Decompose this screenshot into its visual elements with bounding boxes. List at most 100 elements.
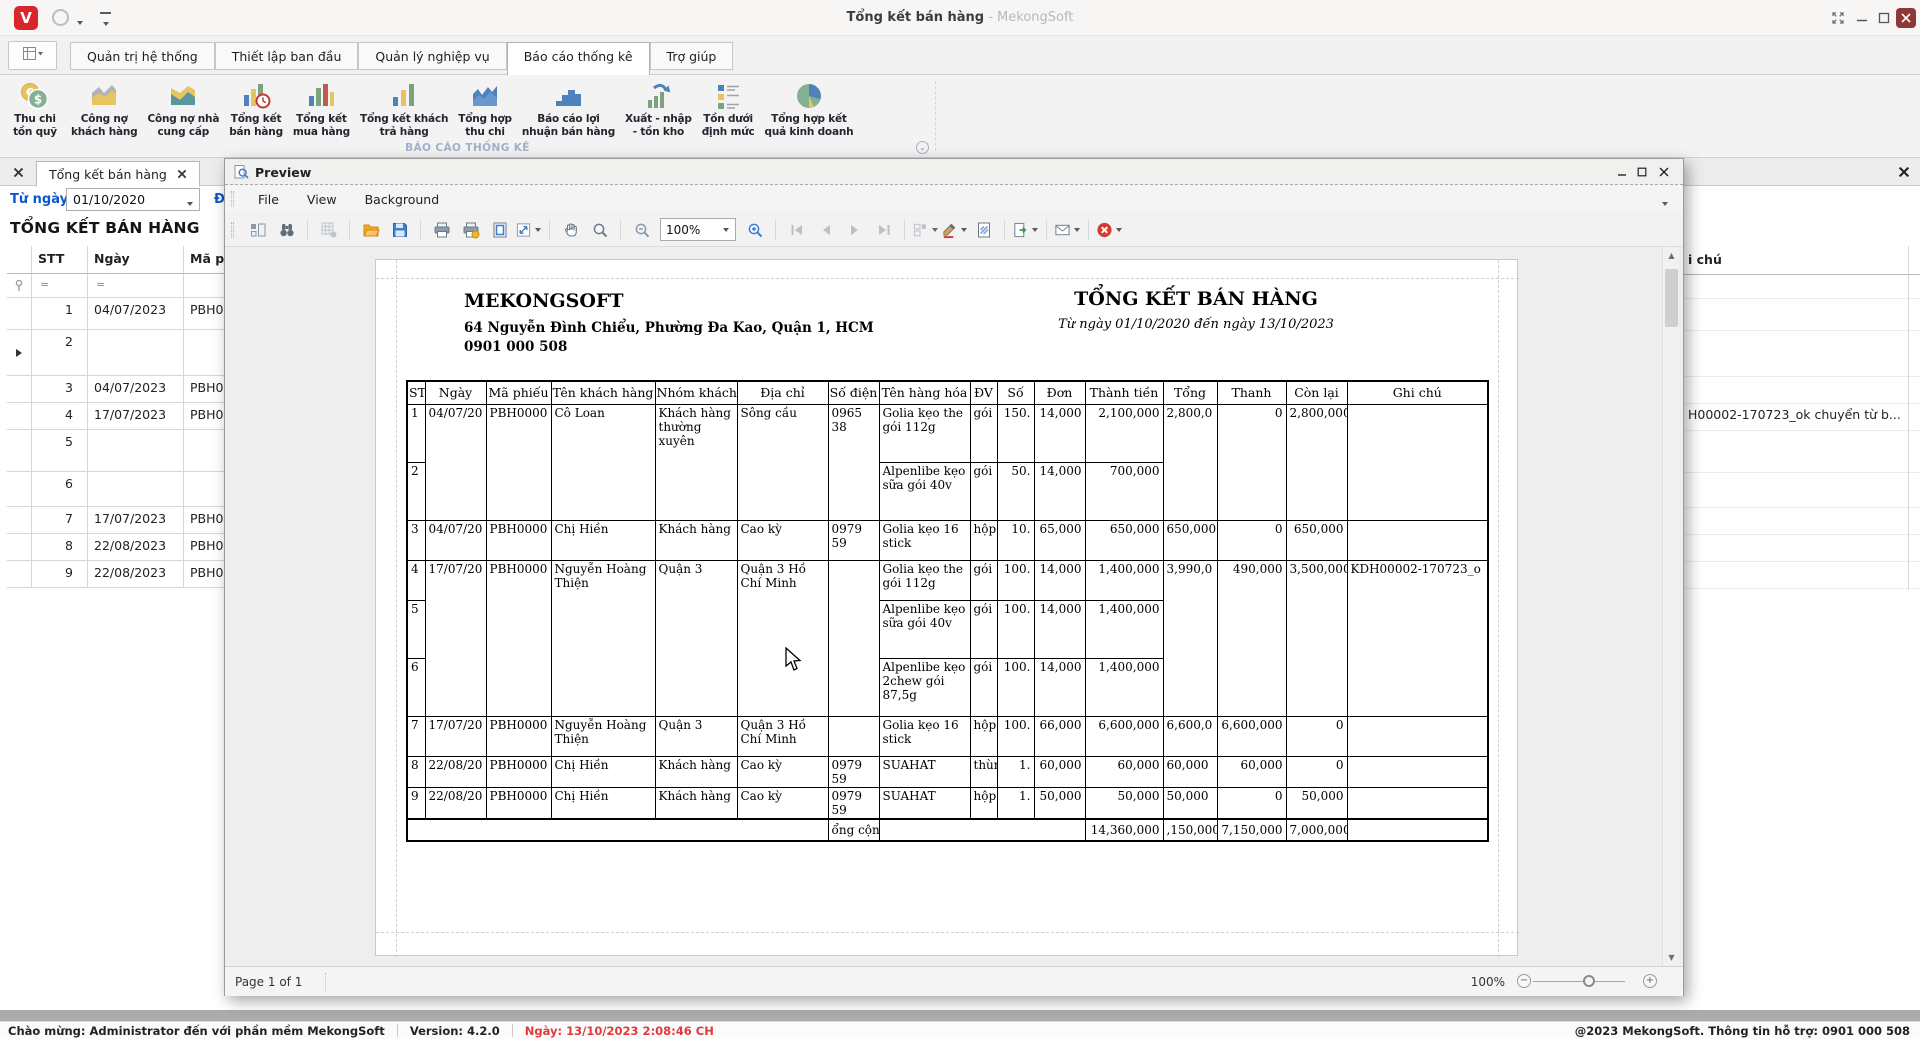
preview-close-button[interactable] (1655, 164, 1673, 180)
vertical-scrollbar[interactable]: ▲ ▼ (1662, 247, 1679, 966)
zoom-slider[interactable] (1533, 981, 1625, 982)
report-cell (1163, 462, 1217, 520)
close-all-tabs-button[interactable] (10, 164, 26, 180)
report-cell: 60,000 (1034, 756, 1085, 787)
preview-menubar: FileViewBackground (225, 185, 1683, 213)
hand-icon[interactable] (557, 217, 584, 243)
preview-maximize-button[interactable] (1633, 164, 1651, 180)
report-column-header: Ngày (425, 381, 486, 404)
menu-item[interactable]: File (244, 192, 293, 207)
scroll-up-icon[interactable]: ▲ (1663, 247, 1680, 264)
close-button[interactable] (1896, 8, 1916, 28)
ribbon-button[interactable]: Tổng kết kháchtrả hàng (355, 77, 453, 138)
email-icon[interactable] (1054, 217, 1081, 243)
ribbon-button[interactable]: Công nợ nhàcung cấp (142, 77, 224, 138)
menu-item[interactable]: View (293, 192, 351, 207)
ribbon-button[interactable]: Tổng kếtbán hàng (224, 77, 288, 138)
grid-row-line (1684, 430, 1920, 431)
fullscreen-button[interactable] (1828, 8, 1848, 28)
minimize-button[interactable] (1852, 8, 1872, 28)
window-title: Tổng kết bán hàng - MekongSoft (0, 10, 1920, 25)
menu-item[interactable]: Background (351, 192, 454, 207)
report-cell: 1. (997, 756, 1034, 787)
ribbon-button[interactable]: Tồn dướiđịnh mức (697, 77, 760, 138)
page-color-icon[interactable] (941, 217, 968, 243)
ribbon-tab-row: Quản trị hệ thốngThiết lập ban đầuQuản l… (0, 36, 1920, 74)
open-icon[interactable] (357, 217, 384, 243)
app-menu-button[interactable] (8, 41, 57, 70)
ribbon-tab[interactable]: Báo cáo thống kê (507, 42, 650, 75)
report-cell: Quận 3 (655, 716, 737, 756)
page-indicator: Page 1 of 1 (235, 975, 302, 989)
report-cell (425, 462, 486, 520)
report-cell: 700,000 (1085, 462, 1163, 520)
ribbon-button-label: Tổng kết khách (360, 113, 448, 126)
dialog-launcher-button[interactable]: ⌄ (916, 141, 929, 154)
report-column-header: Nhóm khách (655, 381, 737, 404)
print-icon[interactable] (428, 217, 455, 243)
scrollbar-thumb[interactable] (1665, 269, 1678, 327)
report-cell: Quận 3 (655, 560, 737, 600)
report-column-header: Thành tiền (1085, 381, 1163, 404)
toolbar-grip[interactable] (231, 191, 234, 207)
ribbon-button[interactable]: Công nợkhách hàng (66, 77, 142, 138)
preview-minimize-button[interactable] (1613, 164, 1631, 180)
grid-column-header[interactable]: Ngày (88, 246, 184, 274)
thumbnails-icon[interactable] (244, 217, 271, 243)
scroll-down-icon[interactable]: ▼ (1663, 949, 1680, 966)
report-cell: Cao kỳ (737, 520, 828, 560)
copyright-text: @2023 MekongSoft. Thông tin hỗ trợ: 0901… (1575, 1024, 1910, 1038)
from-date-input[interactable] (66, 188, 200, 211)
export-icon[interactable] (1012, 217, 1039, 243)
zoom-out-button[interactable]: − (1517, 974, 1531, 988)
search-icon[interactable] (273, 217, 300, 243)
chevron-down-icon (722, 227, 730, 233)
report-cell: PBH0000 (486, 787, 551, 819)
report-row: 417/07/20PBH0000Nguyễn Hoàng ThiệnQuận 3… (407, 560, 1488, 600)
panel-close-icon[interactable] (1896, 164, 1912, 180)
grid-column-header[interactable]: STT (32, 246, 88, 274)
ribbon-button[interactable]: Tổng kếtmua hàng (288, 77, 355, 138)
zoom-level-combo[interactable]: 100% (660, 218, 736, 241)
close-preview-icon[interactable] (1096, 217, 1123, 243)
report-cell: 50,000 (1034, 787, 1085, 819)
ribbon-button[interactable]: Xuất - nhập- tồn kho (620, 77, 697, 138)
ribbon-tab[interactable]: Quản lý nghiệp vụ (358, 42, 506, 70)
toolbar-grip[interactable] (231, 222, 234, 238)
preview-titlebar[interactable]: Preview (225, 159, 1683, 185)
chevron-down-icon[interactable] (1661, 196, 1669, 210)
ribbon-tab[interactable]: Trợ giúp (650, 42, 734, 70)
chevron-down-icon[interactable] (186, 196, 194, 210)
quick-print-icon[interactable] (457, 217, 484, 243)
report-cell (551, 600, 655, 658)
report-cell (551, 462, 655, 520)
grid-indicator-cell (7, 246, 32, 274)
ribbon-button[interactable]: Tổng hợp kếtquả kinh doanh (760, 77, 859, 138)
save-icon[interactable] (386, 217, 413, 243)
report-cell: 2,800,000 (1286, 404, 1347, 462)
ribbon-tab[interactable]: Thiết lập ban đầu (215, 42, 359, 70)
ribbon-button-label: Công nợ (71, 113, 137, 126)
zoom-in-button[interactable]: + (1643, 974, 1657, 988)
zoom-out-icon[interactable] (628, 217, 655, 243)
watermark-icon[interactable] (970, 217, 997, 243)
scale-icon[interactable] (515, 217, 542, 243)
zoom-slider-knob[interactable] (1583, 975, 1595, 987)
ribbon-tab[interactable]: Quản trị hệ thống (70, 42, 215, 70)
magnifier-icon[interactable] (586, 217, 613, 243)
page-title: TỔNG KẾT BÁN HÀNG (10, 219, 200, 237)
ribbon-button[interactable]: Tổng hợpthu chi (453, 77, 517, 138)
report-cell (1347, 404, 1488, 462)
ribbon-button[interactable]: €$Thu chitồn quỹ (4, 77, 66, 138)
grid-cell-stt: 2 (32, 330, 88, 376)
tab-close-icon[interactable] (177, 167, 187, 182)
zoom-in-icon[interactable] (741, 217, 768, 243)
report-cell: 6,600,0 (1163, 716, 1217, 756)
page-setup-icon[interactable] (486, 217, 513, 243)
document-tab[interactable]: Tổng kết bán hàng (36, 161, 200, 187)
report-column-header: Đơn (1034, 381, 1085, 404)
maximize-button[interactable] (1874, 8, 1894, 28)
ribbon-button[interactable]: Báo cáo lợinhuận bán hàng (517, 77, 620, 138)
prev-page-icon (812, 217, 839, 243)
report-cell: 2,800,0 (1163, 404, 1217, 462)
